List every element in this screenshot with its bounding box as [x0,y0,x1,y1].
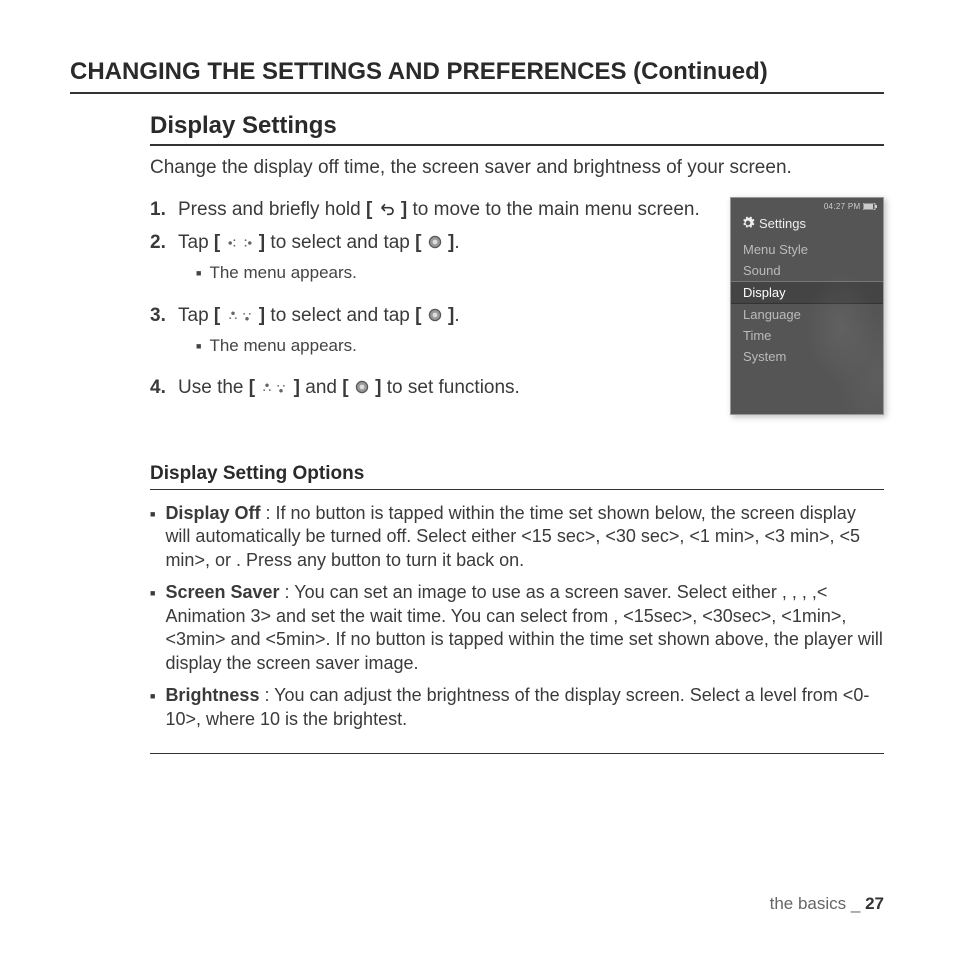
gear-icon [741,216,755,230]
device-status-time: 04:27 PM [824,202,877,211]
step-item: 4.Use the [ ] and [ ] to set functions. [150,375,712,401]
page-footer: the basics _ 27 [770,894,884,914]
page-title: CHANGING THE SETTINGS AND PREFERENCES (C… [70,58,884,94]
option-item: ■Display Off : If no button is tapped wi… [150,502,884,573]
footer-sep: _ [846,894,865,913]
footer-page-number: 27 [865,894,884,913]
footer-section: the basics [770,894,847,913]
section-title: Display Settings [150,112,884,146]
device-menu-item: Display [731,281,883,304]
device-menu-item: Language [731,304,883,325]
step-sub: ■The menu appears. [196,335,712,358]
option-item: ■Brightness : You can adjust the brightn… [150,684,884,732]
options-title: Display Setting Options [150,463,884,490]
device-menu-item: Sound [731,260,883,281]
device-menu: Menu StyleSoundDisplayLanguageTimeSystem [731,235,883,367]
device-menu-item: System [731,346,883,367]
device-menu-item: Menu Style [731,239,883,260]
step-sub: ■The menu appears. [196,262,712,285]
step-item: 2.Tap [ ] to select and tap [ ].■The men… [150,230,712,295]
section-display-settings: Display Settings Change the display off … [70,112,884,754]
device-screenshot: 04:27 PM Settings Menu StyleSoundDisplay… [730,197,884,415]
steps-list: 1.Press and briefly hold [ ] to move to … [150,197,712,409]
step-item: 3.Tap [ ] to select and tap [ ].■The men… [150,303,712,368]
option-item: ■Screen Saver : You can set an image to … [150,581,884,676]
step-item: 1.Press and briefly hold [ ] to move to … [150,197,712,223]
options-list: ■Display Off : If no button is tapped wi… [150,502,884,755]
device-menu-item: Time [731,325,883,346]
intro-text: Change the display off time, the screen … [150,156,884,181]
